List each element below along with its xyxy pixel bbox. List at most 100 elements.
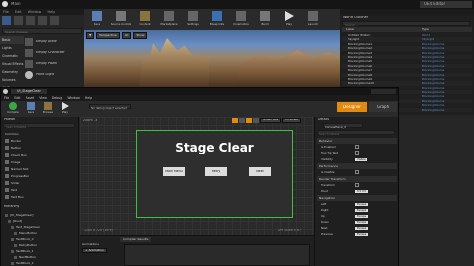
palette-search[interactable]: Search Palette	[3, 123, 75, 128]
toolbar-build-button[interactable]: Build	[254, 11, 276, 28]
fg-graph-tab[interactable]: Graph	[369, 102, 397, 112]
bg-mode-cinematic[interactable]: Cinematic	[0, 52, 24, 60]
bg-mode-lights[interactable]: Lights	[0, 44, 24, 52]
palette-item[interactable]: Check Box	[5, 151, 77, 158]
stage-clear-widget[interactable]: Stage Clear Main Menu Retry Next	[136, 130, 293, 218]
canvas-option-icon[interactable]	[239, 118, 245, 123]
fg-designer-tab[interactable]: Designer	[337, 102, 367, 112]
palette-item[interactable]: Slider	[5, 179, 77, 186]
landscape-mode-icon[interactable]	[26, 16, 35, 25]
timeline-track[interactable]	[124, 244, 310, 266]
details-property-value[interactable]: Visible	[355, 157, 368, 161]
canvas-option-icon[interactable]	[246, 118, 252, 123]
bg-mode-basic[interactable]: Basic	[0, 36, 24, 44]
outliner-col-type[interactable]: Type	[422, 27, 472, 32]
hierarchy-visibility-icon[interactable]	[11, 249, 14, 253]
hierarchy-visibility-icon[interactable]	[11, 261, 14, 265]
palette-item[interactable]: Border	[5, 137, 77, 144]
placer-point-light[interactable]: Point Light	[25, 69, 83, 80]
hierarchy-visibility-icon[interactable]	[14, 231, 17, 235]
outliner-col-label[interactable]: Label	[342, 27, 422, 32]
hierarchy-item[interactable]: TextBlock_2	[5, 260, 77, 266]
details-property-checkbox[interactable]	[355, 145, 359, 149]
paint-mode-icon[interactable]	[14, 16, 23, 25]
toolbar-content-button[interactable]: Content	[134, 11, 156, 28]
next-button[interactable]: Next	[249, 167, 271, 176]
fg-designer-canvas[interactable]: Zoom -3 Screen Size Fill Screen Stage Cl…	[80, 117, 314, 235]
fg-tab-title[interactable]: UI_StageClear	[11, 89, 47, 95]
toolbar-settings-button[interactable]: Settings	[182, 11, 204, 28]
palette-item[interactable]: Text Box	[5, 193, 77, 200]
details-property-value[interactable]: Escape	[355, 214, 369, 218]
details-search[interactable]: Search Details	[317, 130, 395, 135]
placer-empty-character[interactable]: Empty Character	[25, 47, 83, 58]
retry-button[interactable]: Retry	[205, 167, 227, 176]
fill-screen-button[interactable]: Fill Screen	[282, 118, 302, 123]
bg-search-classes[interactable]: Search Classes	[2, 28, 82, 34]
toolbar-save-button[interactable]: Save	[86, 11, 108, 28]
fg-window-controls[interactable]	[371, 89, 396, 94]
details-property-value[interactable]: Escape	[355, 220, 369, 224]
add-animation-button[interactable]: + Animation	[82, 248, 107, 253]
fg-debug-select[interactable]: No debug object selected	[89, 104, 131, 109]
outliner-header: Label Type	[342, 27, 472, 32]
stage-clear-heading[interactable]: Stage Clear	[137, 142, 292, 154]
bg-tab-main[interactable]: Main	[11, 2, 21, 6]
fg-play-button[interactable]: Play	[57, 102, 73, 114]
viewport-show-button[interactable]: Show	[133, 32, 148, 39]
main-menu-button[interactable]: Main Menu	[163, 167, 185, 176]
toolbar-play-button[interactable]: Play	[278, 11, 300, 28]
bg-mode-visual-effects[interactable]: Visual Effects	[0, 60, 24, 68]
toolbar-source-control-button[interactable]: Source Control	[110, 11, 132, 28]
placement-mode-icon[interactable]	[2, 16, 11, 25]
palette-item[interactable]: Button	[5, 144, 77, 151]
bg-mode-volumes[interactable]: Volumes	[0, 76, 24, 84]
details-property-checkbox[interactable]	[355, 170, 359, 174]
bg-level-viewport[interactable]: ▼ Perspective Lit Show	[84, 30, 340, 90]
palette-item[interactable]: Image	[5, 158, 77, 165]
placer-empty-actor[interactable]: Empty Actor	[25, 36, 83, 47]
toolbar-cinematics-button[interactable]: Cinematics	[230, 11, 252, 28]
details-name-field[interactable]: CanvasPanel_0	[323, 123, 363, 128]
details-property-value[interactable]: Escape	[355, 226, 369, 230]
palette-item[interactable]: ProgressBar	[5, 172, 77, 179]
toolbar-launch-button[interactable]: Launch	[302, 11, 324, 28]
placer-empty-pawn[interactable]: Empty Pawn	[25, 58, 83, 69]
details-property-label: Pivot	[321, 189, 328, 193]
details-property-value[interactable]: Escape	[355, 202, 369, 206]
fg-save-button[interactable]: Save	[23, 102, 39, 114]
hierarchy-visibility-icon[interactable]	[8, 219, 11, 223]
details-property-checkbox[interactable]	[355, 151, 359, 155]
palette-item[interactable]: Named Slot	[5, 165, 77, 172]
fg-compile-button[interactable]: Compile	[4, 102, 22, 114]
viewport-dropdown-icon[interactable]: ▼	[86, 32, 95, 39]
viewport-perspective-button[interactable]: Perspective	[96, 32, 120, 39]
hierarchy-visibility-icon[interactable]	[14, 255, 17, 259]
viewport-lit-button[interactable]: Lit	[121, 32, 132, 39]
outliner-search[interactable]: Search...	[342, 21, 470, 27]
canvas-options: Screen Size Fill Screen	[232, 118, 302, 123]
geometry-mode-icon[interactable]	[50, 16, 59, 25]
hierarchy-visibility-icon[interactable]	[11, 237, 14, 241]
canvas-option-icon[interactable]	[253, 118, 259, 123]
hierarchy-list: [UI_StageClear] [Root] Text_StageClear Menu…	[5, 212, 77, 266]
fg-toolbar: Compile Save Browse Play No debug object…	[1, 101, 398, 117]
details-property-value[interactable]: Escape	[355, 208, 369, 212]
palette-item[interactable]: Text	[5, 186, 77, 193]
bg-mode-geometry[interactable]: Geometry	[0, 68, 24, 76]
hierarchy-visibility-icon[interactable]	[5, 213, 8, 217]
screen-size-button[interactable]: Screen Size	[260, 118, 282, 123]
canvas-option-icon[interactable]	[232, 118, 238, 123]
compiler-results-tab[interactable]: Compiler Results	[120, 237, 152, 242]
hierarchy-visibility-icon[interactable]	[14, 243, 17, 247]
toolbar-blueprints-button[interactable]: Blueprints	[206, 11, 228, 28]
details-property-value[interactable]: Escape	[355, 232, 369, 236]
foliage-mode-icon[interactable]	[38, 16, 47, 25]
details-property-checkbox[interactable]	[355, 183, 359, 187]
fg-browse-button[interactable]: Browse	[40, 102, 56, 114]
palette-category-common[interactable]: Common	[5, 130, 77, 137]
details-property-row: Is Volatile	[317, 169, 397, 175]
details-property-value[interactable]: 0.5 0.5	[355, 189, 369, 193]
hierarchy-visibility-icon[interactable]	[11, 225, 14, 229]
toolbar-marketplace-button[interactable]: Marketplace	[158, 11, 180, 28]
